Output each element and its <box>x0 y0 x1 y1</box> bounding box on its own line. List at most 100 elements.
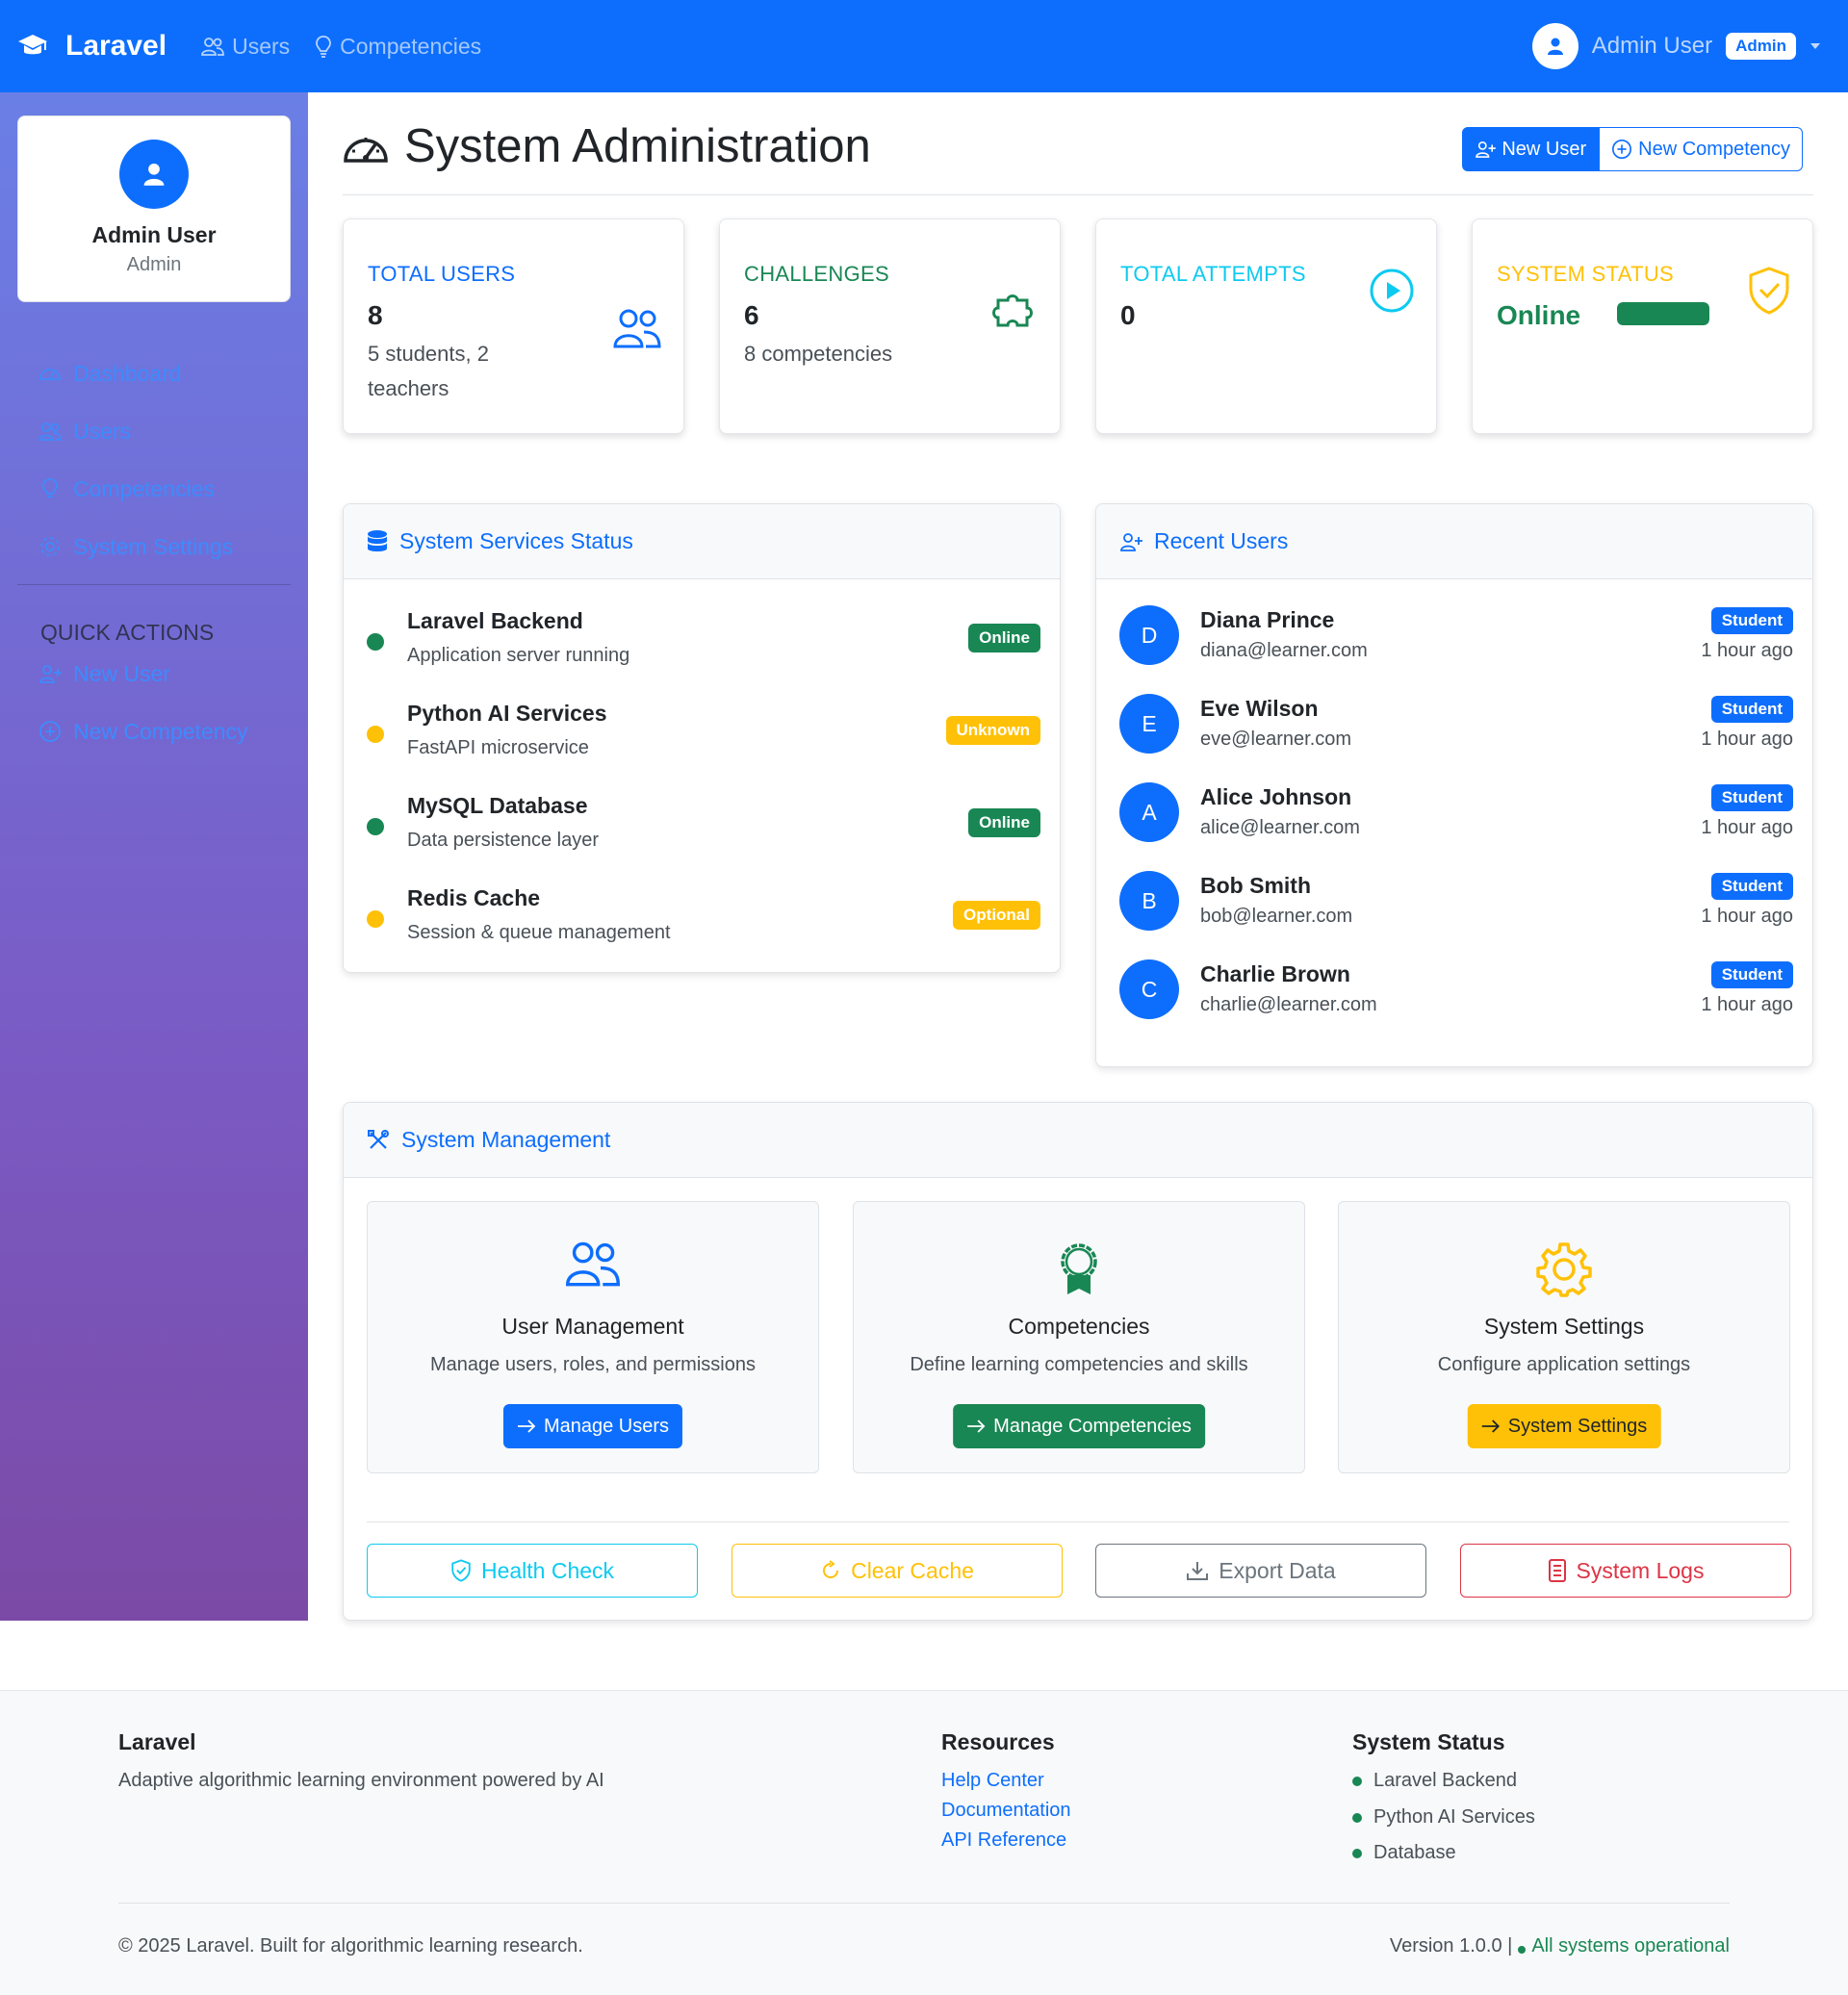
status-badge: Unknown <box>945 716 1040 745</box>
award-icon <box>854 1240 1304 1298</box>
stat-value: 8 <box>368 300 383 330</box>
top-navbar: Laravel Users Competencies Admin User Ad… <box>0 0 1848 92</box>
list-item[interactable]: E Eve Wilson eve@learner.com Student 1 h… <box>1119 694 1793 755</box>
avatar: D <box>1119 605 1179 665</box>
status-dot <box>1518 1945 1527 1954</box>
nav-link-label: Competencies <box>340 33 482 59</box>
graduation-cap-icon <box>17 33 48 60</box>
sidebar-item-users[interactable]: Users <box>38 402 233 460</box>
footer-copyright: © 2025 Laravel. Built for algorithmic le… <box>118 1935 583 1957</box>
footer-link-help-center[interactable]: Help Center <box>941 1770 1044 1792</box>
management-card-competencies: Competencies Define learning competencie… <box>853 1201 1305 1473</box>
recent-users-panel: Recent Users D Diana Prince diana@learne… <box>1095 503 1813 1067</box>
status-dot <box>1352 1776 1362 1786</box>
health-check-button[interactable]: Health Check <box>367 1544 698 1598</box>
sidebar-item-competencies[interactable]: Competencies <box>38 460 233 518</box>
role-badge: Student <box>1710 696 1793 723</box>
avatar: E <box>1119 694 1179 754</box>
new-competency-button[interactable]: New Competency <box>1599 127 1803 171</box>
avatar <box>119 140 189 209</box>
user-menu-dropdown[interactable]: Admin User Admin <box>1531 23 1821 69</box>
sidebar-item-dashboard[interactable]: Dashboard <box>38 345 233 402</box>
footer-link-api-reference[interactable]: API Reference <box>941 1829 1066 1852</box>
tools-icon <box>367 1129 390 1152</box>
person-icon <box>141 162 167 187</box>
panel-header: Recent Users <box>1096 504 1812 579</box>
list-item[interactable]: B Bob Smith bob@learner.com Student 1 ho… <box>1119 871 1793 933</box>
button-label: New User <box>1502 138 1587 160</box>
stat-value: Online <box>1497 300 1581 330</box>
status-dot <box>367 818 384 835</box>
status-label: Database <box>1373 1842 1456 1863</box>
button-label: Manage Competencies <box>993 1415 1192 1437</box>
user-name: Diana Prince <box>1200 607 1335 632</box>
quick-actions-title: QUICK ACTIONS <box>40 620 215 645</box>
service-name: Python AI Services <box>407 701 607 726</box>
new-user-button[interactable]: New User <box>1462 127 1600 171</box>
shield-check-icon <box>1747 266 1791 316</box>
card-title: Competencies <box>1008 1314 1150 1339</box>
people-icon <box>368 1240 818 1287</box>
speedometer-icon <box>38 364 62 383</box>
caret-down-icon <box>1810 42 1821 50</box>
service-description: Data persistence layer <box>407 830 599 851</box>
nav-link-competencies[interactable]: Competencies <box>315 34 481 60</box>
stat-value: 6 <box>744 300 759 330</box>
system-settings-button[interactable]: System Settings <box>1467 1404 1661 1448</box>
stat-card-total-users: TOTAL USERS 8 5 students, 2 teachers <box>343 218 684 434</box>
system-logs-button[interactable]: System Logs <box>1460 1544 1791 1598</box>
manage-users-button[interactable]: Manage Users <box>502 1404 683 1448</box>
list-item[interactable]: D Diana Prince diana@learner.com Student… <box>1119 605 1793 667</box>
user-email: alice@learner.com <box>1200 817 1360 838</box>
services-status-panel: System Services Status Laravel Backend A… <box>343 503 1061 973</box>
quick-action-new-competency[interactable]: New Competency <box>38 703 248 760</box>
page-header: System Administration New User New Compe… <box>343 115 1813 195</box>
status-badge: Optional <box>953 901 1040 930</box>
quick-action-label: New Competency <box>73 718 248 744</box>
service-description: Session & queue management <box>407 922 671 943</box>
person-icon <box>1546 37 1565 56</box>
role-badge: Student <box>1710 873 1793 900</box>
user-timestamp: 1 hour ago <box>1701 994 1793 1015</box>
operational-text: All systems operational <box>1531 1935 1730 1957</box>
sidebar-item-label: Dashboard <box>73 360 182 386</box>
service-description: Application server running <box>407 645 630 666</box>
lightbulb-icon <box>315 35 332 58</box>
footer-resources-title: Resources <box>941 1729 1055 1754</box>
list-item[interactable]: A Alice Johnson alice@learner.com Studen… <box>1119 782 1793 844</box>
nav-link-users[interactable]: Users <box>201 34 290 60</box>
list-item[interactable]: C Charlie Brown charlie@learner.com Stud… <box>1119 959 1793 1021</box>
user-name: Alice Johnson <box>1200 784 1352 809</box>
status-progress-fill <box>1617 302 1709 325</box>
service-row: MySQL Database Data persistence layer On… <box>367 791 1040 868</box>
status-dot <box>367 726 384 743</box>
footer-tagline: Adaptive algorithmic learning environmen… <box>118 1770 604 1791</box>
card-description: Configure application settings <box>1437 1354 1691 1375</box>
role-badge: Student <box>1710 784 1793 811</box>
footer-brand: Laravel <box>118 1729 196 1754</box>
button-label: New Competency <box>1638 138 1790 160</box>
version-text: Version 1.0.0 | <box>1389 1935 1513 1957</box>
panel-title: System Management <box>401 1127 611 1152</box>
brand-link[interactable]: Laravel <box>17 30 167 63</box>
avatar: A <box>1119 782 1179 842</box>
clear-cache-button[interactable]: Clear Cache <box>732 1544 1063 1598</box>
plus-circle-icon <box>38 720 62 743</box>
status-badge: Online <box>968 624 1040 652</box>
page-footer: Laravel Adaptive algorithmic learning en… <box>0 1690 1848 1995</box>
panel-header: System Services Status <box>344 504 1060 579</box>
user-name: Admin User <box>1591 33 1713 59</box>
export-data-button[interactable]: Export Data <box>1095 1544 1426 1598</box>
stat-card-total-attempts: TOTAL ATTEMPTS 0 <box>1095 218 1437 434</box>
user-email: charlie@learner.com <box>1200 994 1377 1015</box>
card-description: Define learning competencies and skills <box>910 1354 1248 1375</box>
sidebar-divider <box>17 584 291 585</box>
stat-title: SYSTEM STATUS <box>1497 262 1674 286</box>
quick-action-new-user[interactable]: New User <box>38 645 248 703</box>
sidebar-item-system-settings[interactable]: System Settings <box>38 518 233 575</box>
manage-competencies-button[interactable]: Manage Competencies <box>953 1404 1205 1448</box>
button-label: Clear Cache <box>851 1557 974 1583</box>
footer-status-item: Python AI Services <box>1352 1806 1535 1829</box>
footer-link-documentation[interactable]: Documentation <box>941 1800 1071 1822</box>
brand-name: Laravel <box>65 30 167 62</box>
